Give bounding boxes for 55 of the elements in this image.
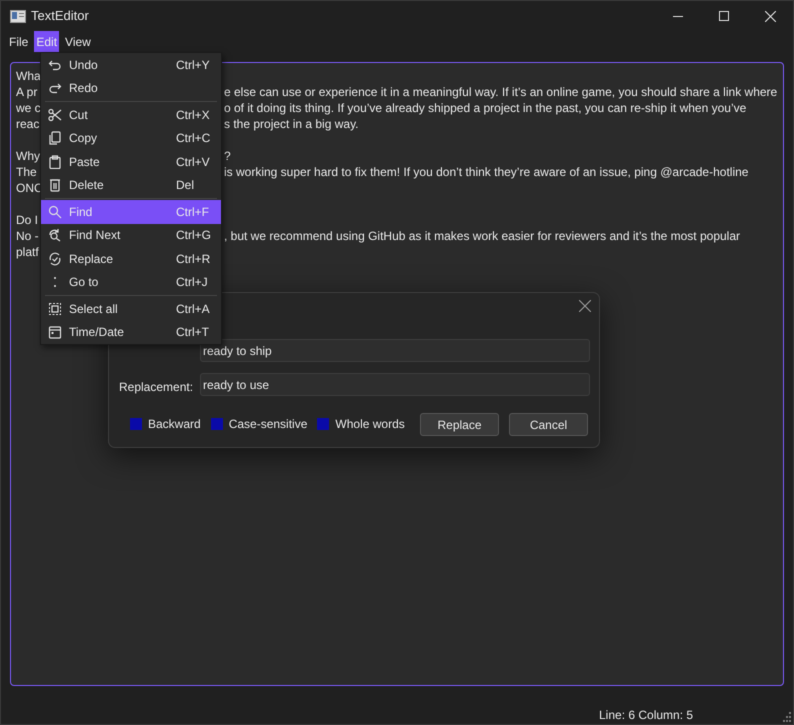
menu-item[interactable]: Cut Ctrl+X (41, 103, 221, 126)
editor-text: Wha (16, 68, 41, 83)
editor-text: A pr (16, 84, 38, 99)
menu-item[interactable]: Copy Ctrl+C (41, 126, 221, 150)
status-text: Line: 6 Column: 5 (599, 707, 694, 724)
option-checkbox[interactable]: Backward (130, 415, 201, 433)
menu-item[interactable]: Go to Ctrl+J (41, 270, 221, 294)
menu-item[interactable]: Edit (34, 31, 60, 52)
editor-text: e else can use or experience it in a meaningful way. If it’s an online game, you should share a link where (224, 84, 778, 100)
menu-item[interactable]: Find Next Ctrl+G (41, 224, 221, 247)
window-title: TextEditor (31, 7, 89, 26)
close-icon (764, 10, 776, 22)
app-icon (10, 10, 26, 22)
maximize-icon (719, 11, 729, 21)
editor-text: , but we recommend using GitHub as it makes work easier for reviewers and it’s the most popular (224, 228, 740, 244)
editor-text: Do I (16, 212, 38, 227)
menu-item[interactable]: Find Ctrl+F (41, 200, 221, 224)
scissors-icon (48, 108, 62, 122)
redo-icon (48, 81, 62, 96)
menu-item[interactable]: Undo Ctrl+Y (41, 53, 221, 76)
undo-icon (48, 58, 62, 72)
editor-text: Why (16, 148, 40, 163)
option-checkbox[interactable]: Whole words (317, 415, 405, 433)
editor-text: ? (224, 148, 231, 164)
editor-text: reac (16, 116, 40, 131)
replacement-field[interactable]: ready to use (200, 373, 590, 396)
editor-text: o of it doing its thing. If you’ve already shipped a project in the past, you can re-ship it when you’ve (224, 100, 746, 116)
clipboard-icon (48, 154, 62, 169)
search-icon (48, 204, 62, 219)
option-checkbox[interactable]: Case-sensitive (210, 415, 308, 433)
copy-icon (48, 131, 62, 146)
menu-item[interactable]: Select all Ctrl+A (41, 297, 221, 320)
search-next-icon (48, 228, 62, 242)
calendar-icon (48, 325, 62, 340)
editor-text: we c (16, 100, 41, 115)
editor-text: The (16, 164, 37, 179)
replace-button[interactable]: Replace (420, 413, 499, 436)
close-icon[interactable] (579, 300, 591, 312)
field-label: Replacement: (119, 379, 194, 396)
select-all-icon (48, 302, 62, 316)
menu-item[interactable]: Paste Ctrl+V (41, 150, 221, 174)
menu-item[interactable]: Redo (41, 76, 221, 100)
editor-text: platf (16, 244, 39, 259)
editor-text: No - (16, 228, 39, 243)
menu-item[interactable]: File (7, 31, 30, 52)
editor-text: s the project in a big way. (224, 116, 359, 132)
find-field[interactable]: ready to ship (200, 339, 590, 362)
cancel-button[interactable]: Cancel (509, 413, 588, 436)
menu-item[interactable]: Replace Ctrl+R (41, 247, 221, 270)
trash-icon (48, 178, 62, 192)
editor-text: is working super hard to fix them! If you don’t think they’re aware of an issue, ping @arcade-hotline (224, 164, 748, 180)
resize-grip-icon (781, 712, 791, 722)
refresh-check-icon (48, 252, 62, 266)
menu-item[interactable]: View (63, 31, 93, 52)
menu-item[interactable]: Delete Del (41, 174, 221, 197)
